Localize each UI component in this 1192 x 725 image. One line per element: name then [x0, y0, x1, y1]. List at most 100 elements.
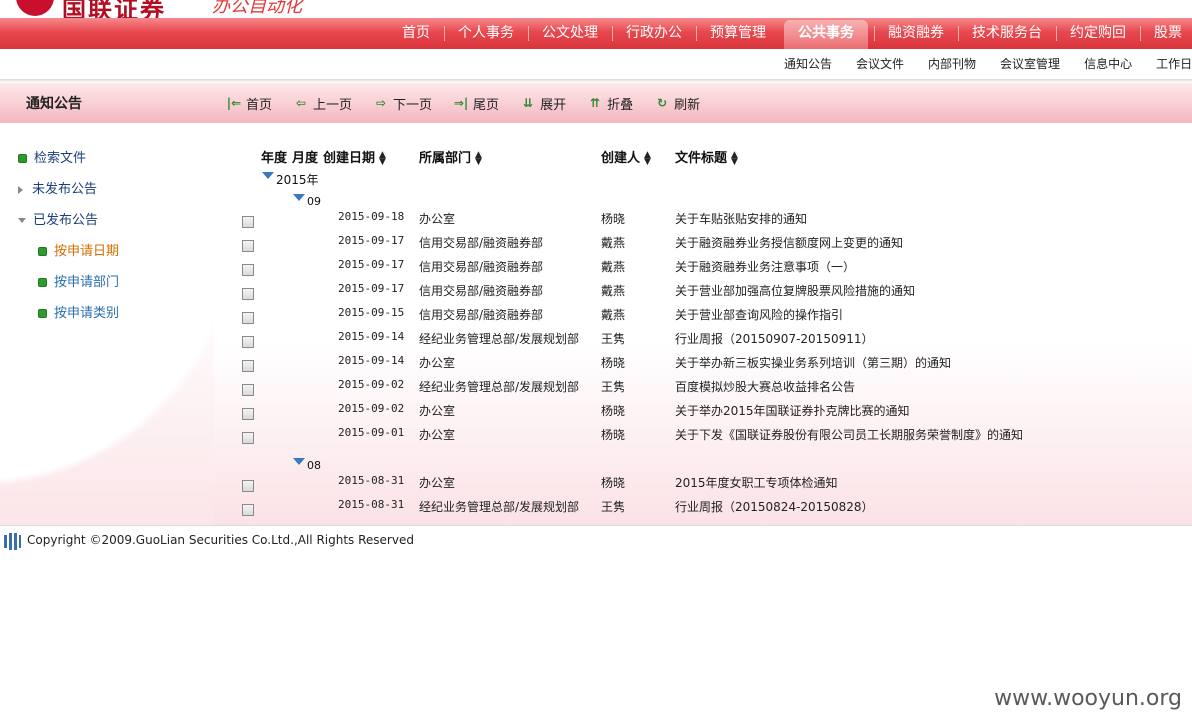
toolbar-button-label: 下一页: [393, 97, 433, 113]
row-checkbox[interactable]: [242, 432, 254, 444]
document-title-link[interactable]: 百度模拟炒股大赛总收益排名公告: [675, 378, 855, 395]
sub-nav-item[interactable]: 会议文件: [844, 49, 916, 79]
first-page-icon: |⇐: [226, 96, 242, 110]
toolbar-button[interactable]: ⇈ 折叠: [587, 94, 633, 113]
row-checkbox[interactable]: [242, 480, 254, 492]
toolbar-button-label: 展开: [540, 97, 567, 113]
document-title-link[interactable]: 关于融资融券业务注意事项（一）: [675, 258, 855, 275]
table-row[interactable]: 2015-09-18 办公室 杨晓 关于车贴张贴安排的通知: [214, 208, 1192, 232]
main-nav-item[interactable]: 行政办公: [612, 18, 696, 49]
toolbar-button[interactable]: |⇐ 首页: [226, 94, 272, 113]
main-nav-item[interactable]: 首页: [388, 18, 444, 49]
table-row[interactable]: 2015-08-31 办公室 杨晓 2015年度女职工专项体检通知: [214, 472, 1192, 496]
sidebar-item[interactable]: 检索文件: [18, 143, 119, 174]
table-row[interactable]: 2015-09-14 经纪业务管理总部/发展规划部 王隽 行业周报（20150907-…: [214, 328, 1192, 352]
row-checkbox[interactable]: [242, 336, 254, 348]
cell-creator: 戴燕: [601, 236, 626, 250]
cell-dept: 办公室: [419, 428, 456, 442]
table-row[interactable]: 2015-08-31 经纪业务管理总部/发展规划部 王隽 行业周报（20150824-…: [214, 496, 1192, 520]
main-nav: 首页 个人事务 公文处理 行政办公 预算管理 公共事务 融资融券 技术服务台 约定购回 股票: [0, 18, 1192, 49]
collapse-icon: ⇈: [590, 96, 601, 110]
table-row[interactable]: 2015-09-02 经纪业务管理总部/发展规划部 王隽 百度模拟炒股大赛总收益排名公…: [214, 376, 1192, 400]
sub-nav-items: 通知公告 会议文件 内部刊物 会议室管理 信息中心 工作日: [772, 49, 1192, 79]
document-title-link[interactable]: 关于车贴张贴安排的通知: [675, 210, 807, 227]
month-group-toggle[interactable]: 08: [293, 458, 321, 472]
document-title-link[interactable]: 行业周报（20150907-20150911）: [675, 330, 874, 347]
document-title-link[interactable]: 关于举办2015年国联证券扑克牌比赛的通知: [675, 402, 910, 419]
month-group-toggle[interactable]: 09: [293, 194, 321, 208]
document-title-link[interactable]: 行业周报（20150824-20150828）: [675, 498, 874, 515]
cell-date: 2015-08-31: [338, 498, 405, 511]
table-row[interactable]: 2015-09-17 信用交易部/融资融券部 戴燕 关于融资融券业务注意事项（一）: [214, 256, 1192, 280]
cell-dept: 办公室: [419, 356, 456, 370]
row-checkbox[interactable]: [242, 240, 254, 252]
column-header-dept[interactable]: 所属部门 ▲ ▼: [419, 147, 482, 166]
row-checkbox[interactable]: [242, 264, 254, 276]
column-header-date[interactable]: 创建日期 ▲ ▼: [323, 147, 386, 166]
sub-nav-item[interactable]: 通知公告: [772, 49, 844, 79]
cell-date: 2015-09-14: [338, 354, 405, 367]
company-logo-icon: [16, 0, 54, 16]
document-list: 年度 月度 创建日期 ▲ ▼ 所属部门 ▲ ▼ 创建人 ▲ ▼ 文件标题 ▲ ▼ 2015年 0…: [214, 123, 1192, 525]
table-row[interactable]: 2015-09-17 信用交易部/融资融券部 戴燕 关于融资融券业务授信额度网上变更的…: [214, 232, 1192, 256]
company-emblem-icon: [4, 533, 21, 550]
sub-nav-item[interactable]: 工作日: [1144, 49, 1192, 79]
table-row[interactable]: 2015-09-14 办公室 杨晓 关于举办新三板实操业务系列培训（第三期）的通知: [214, 352, 1192, 376]
sidebar-item[interactable]: 按申请日期: [18, 236, 119, 267]
cell-date: 2015-09-14: [338, 330, 405, 343]
main-nav-item[interactable]: 公文处理: [528, 18, 612, 49]
row-checkbox[interactable]: [242, 408, 254, 420]
document-title-link[interactable]: 关于营业部查询风险的操作指引: [675, 306, 843, 323]
expanded-triangle-icon: [18, 218, 26, 223]
table-row[interactable]: 2015-09-15 信用交易部/融资融券部 戴燕 关于营业部查询风险的操作指引: [214, 304, 1192, 328]
sidebar-item-label: 按申请类别: [54, 305, 120, 321]
sidebar-item[interactable]: 已发布公告: [18, 205, 119, 236]
toolbar-button[interactable]: ⇊ 展开: [520, 94, 566, 113]
column-header-month[interactable]: 月度: [292, 147, 318, 166]
main-nav-item[interactable]: 技术服务台: [958, 18, 1056, 49]
row-checkbox[interactable]: [242, 360, 254, 372]
toolbar-button[interactable]: ⇨ 下一页: [373, 94, 432, 113]
table-row[interactable]: 2015-09-01 办公室 杨晓 关于下发《国联证券股份有限公司员工长期服务荣誉制度…: [214, 424, 1192, 448]
row-checkbox[interactable]: [242, 504, 254, 516]
document-title-link[interactable]: 2015年度女职工专项体检通知: [675, 474, 838, 491]
sub-nav-item[interactable]: 信息中心: [1072, 49, 1144, 79]
sidebar-item[interactable]: 按申请部门: [18, 267, 119, 298]
cell-date: 2015-09-02: [338, 378, 405, 391]
main-nav-item[interactable]: 预算管理: [696, 18, 780, 49]
cell-date: 2015-08-31: [338, 474, 405, 487]
sub-nav-item[interactable]: 内部刊物: [916, 49, 988, 79]
toolbar-button[interactable]: ⇦ 上一页: [293, 94, 352, 113]
company-logo-text: 国联证券: [62, 0, 166, 18]
cell-creator: 戴燕: [601, 284, 626, 298]
main-nav-item[interactable]: 公共事务: [784, 20, 868, 49]
toolbar-button[interactable]: ↻ 刷新: [654, 94, 700, 113]
toolbar-button-label: 尾页: [473, 97, 500, 113]
document-title-link[interactable]: 关于举办新三板实操业务系列培训（第三期）的通知: [675, 354, 951, 371]
document-title-link[interactable]: 关于营业部加强高位复牌股票风险措施的通知: [675, 282, 915, 299]
document-title-link[interactable]: 关于融资融券业务授信额度网上变更的通知: [675, 234, 903, 251]
main-nav-item[interactable]: 个人事务: [444, 18, 528, 49]
sub-nav: 通知公告 会议文件 内部刊物 会议室管理 信息中心 工作日: [0, 49, 1192, 80]
sidebar-item[interactable]: 按申请类别: [18, 298, 119, 329]
sub-nav-item[interactable]: 会议室管理: [988, 49, 1072, 79]
sidebar-tree: 检索文件 未发布公告 已发布公告 按申请日期 按申请部门按申请类别: [18, 143, 119, 329]
watermark: www.wooyun.org: [994, 686, 1182, 711]
sidebar-item[interactable]: 未发布公告: [18, 174, 119, 205]
column-header-creator[interactable]: 创建人 ▲ ▼: [601, 147, 651, 166]
row-checkbox[interactable]: [242, 312, 254, 324]
column-header-year[interactable]: 年度: [261, 147, 287, 166]
main-nav-item[interactable]: 融资融券: [874, 18, 958, 49]
year-group-toggle[interactable]: 2015年: [262, 171, 319, 188]
cell-creator: 王隽: [601, 500, 626, 514]
document-title-link[interactable]: 关于下发《国联证券股份有限公司员工长期服务荣誉制度》的通知: [675, 426, 1023, 443]
table-row[interactable]: 2015-09-02 办公室 杨晓 关于举办2015年国联证券扑克牌比赛的通知: [214, 400, 1192, 424]
main-nav-item[interactable]: 股票: [1140, 18, 1192, 49]
row-checkbox[interactable]: [242, 216, 254, 228]
main-nav-item[interactable]: 约定购回: [1056, 18, 1140, 49]
column-header-title[interactable]: 文件标题 ▲ ▼: [675, 147, 738, 166]
row-checkbox[interactable]: [242, 384, 254, 396]
row-checkbox[interactable]: [242, 288, 254, 300]
table-row[interactable]: 2015-09-17 信用交易部/融资融券部 戴燕 关于营业部加强高位复牌股票风险措施…: [214, 280, 1192, 304]
toolbar-button[interactable]: ⇒| 尾页: [453, 94, 499, 113]
